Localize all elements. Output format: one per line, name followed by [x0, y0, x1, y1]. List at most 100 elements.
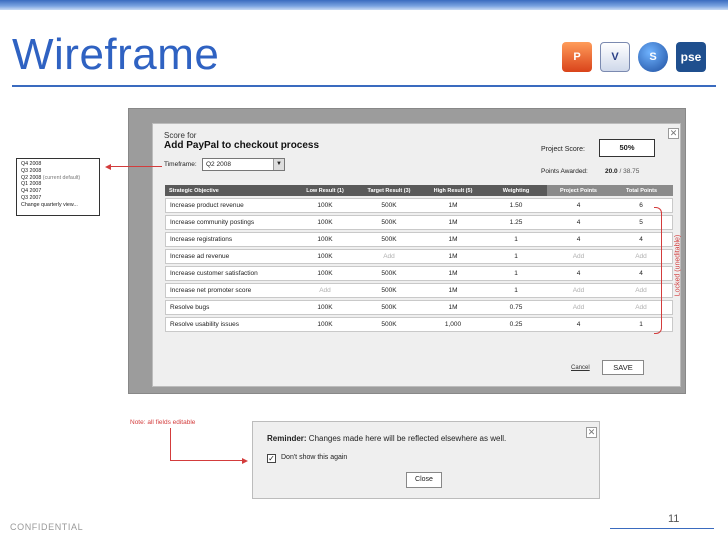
- value-cell[interactable]: 1: [485, 232, 547, 247]
- objective-cell: Increase customer satisfaction: [165, 266, 293, 281]
- column-header: Strategic Objective: [165, 185, 293, 196]
- value-cell[interactable]: 4: [610, 232, 673, 247]
- pse-icon: pse: [676, 42, 706, 72]
- points-awarded-value: 20.0 / 38.75: [605, 168, 639, 175]
- reminder-message: Reminder: Changes made here will be refl…: [267, 434, 506, 443]
- table-row: Increase registrations 100K 500K 1M 1 4 4: [165, 232, 673, 247]
- value-cell[interactable]: 1,000: [421, 317, 485, 332]
- score-for-label: Score for: [164, 131, 197, 140]
- quarter-option[interactable]: Q1 2008: [21, 181, 95, 188]
- value-cell[interactable]: 100K: [293, 266, 357, 281]
- objective-cell: Increase registrations: [165, 232, 293, 247]
- dont-show-checkbox[interactable]: ✓: [267, 454, 276, 463]
- value-cell[interactable]: Add: [547, 249, 610, 264]
- value-cell[interactable]: 500K: [357, 317, 421, 332]
- timeframe-select[interactable]: Q2 2008 ▼: [202, 158, 285, 171]
- value-cell[interactable]: Add: [357, 249, 421, 264]
- footer-divider: [610, 528, 714, 529]
- value-cell[interactable]: 4: [547, 198, 610, 213]
- quarter-option[interactable]: Q3 2008: [21, 168, 95, 175]
- value-cell[interactable]: 6: [610, 198, 673, 213]
- title-divider: [12, 85, 716, 87]
- sharepoint-icon: S: [638, 42, 668, 72]
- pointer-line: [110, 166, 162, 167]
- quarter-option[interactable]: Q2 2008 (current default): [21, 175, 95, 182]
- value-cell[interactable]: 100K: [293, 232, 357, 247]
- objective-cell: Resolve usability issues: [165, 317, 293, 332]
- table-row: Increase net promoter score Add 500K 1M 1 Add…: [165, 283, 673, 298]
- value-cell[interactable]: Add: [547, 300, 610, 315]
- quarter-option[interactable]: Q4 2008: [21, 161, 95, 168]
- cancel-link[interactable]: Cancel: [571, 365, 590, 371]
- project-score-value: 50%: [599, 139, 655, 157]
- value-cell[interactable]: 1: [485, 283, 547, 298]
- value-cell[interactable]: Add: [293, 283, 357, 298]
- value-cell[interactable]: 1: [485, 266, 547, 281]
- value-cell[interactable]: 0.75: [485, 300, 547, 315]
- value-cell[interactable]: 0.25: [485, 317, 547, 332]
- value-cell[interactable]: 100K: [293, 300, 357, 315]
- value-cell[interactable]: 500K: [357, 300, 421, 315]
- value-cell[interactable]: 4: [547, 215, 610, 230]
- current-default-tag: (current default): [41, 174, 81, 181]
- objective-cell: Increase ad revenue: [165, 249, 293, 264]
- column-header: Project Points: [547, 185, 610, 196]
- value-cell[interactable]: 1.50: [485, 198, 547, 213]
- table-row: Increase customer satisfaction 100K 500K 1M…: [165, 266, 673, 281]
- objective-cell: Increase net promoter score: [165, 283, 293, 298]
- value-cell[interactable]: 1: [485, 249, 547, 264]
- value-cell[interactable]: 1M: [421, 232, 485, 247]
- note-line-horizontal: [170, 460, 242, 461]
- objective-cell: Increase product revenue: [165, 198, 293, 213]
- close-icon[interactable]: ✕: [668, 128, 679, 139]
- column-header: High Result (5): [421, 185, 485, 196]
- value-cell[interactable]: 100K: [293, 198, 357, 213]
- quarter-option[interactable]: Q4 2007: [21, 188, 95, 195]
- value-cell[interactable]: 1.25: [485, 215, 547, 230]
- value-cell[interactable]: 1M: [421, 283, 485, 298]
- value-cell[interactable]: Add: [610, 283, 673, 298]
- value-cell[interactable]: 1: [610, 317, 673, 332]
- value-cell[interactable]: 4: [547, 317, 610, 332]
- column-header: Total Points: [610, 185, 673, 196]
- value-cell[interactable]: Add: [610, 249, 673, 264]
- quarter-option[interactable]: Change quarterly view...: [21, 202, 95, 209]
- value-cell[interactable]: 4: [610, 266, 673, 281]
- value-cell[interactable]: Add: [547, 283, 610, 298]
- quarter-option[interactable]: Q3 2007: [21, 195, 95, 202]
- value-cell[interactable]: 5: [610, 215, 673, 230]
- value-cell[interactable]: 500K: [357, 232, 421, 247]
- close-icon[interactable]: ✕: [586, 427, 597, 438]
- powerpoint-icon: P: [562, 42, 592, 72]
- locked-label: Locked (uneditable): [674, 234, 682, 297]
- chevron-down-icon[interactable]: ▼: [273, 159, 284, 170]
- value-cell[interactable]: 4: [547, 232, 610, 247]
- value-cell[interactable]: 1M: [421, 266, 485, 281]
- arrow-right-icon: [242, 457, 248, 464]
- value-cell[interactable]: 100K: [293, 317, 357, 332]
- value-cell[interactable]: 500K: [357, 266, 421, 281]
- table-row: Increase community postings 100K 500K 1M 1.2…: [165, 215, 673, 230]
- value-cell[interactable]: 4: [547, 266, 610, 281]
- column-header: Weighting: [485, 185, 547, 196]
- value-cell[interactable]: 1M: [421, 198, 485, 213]
- value-cell[interactable]: 500K: [357, 198, 421, 213]
- value-cell[interactable]: 500K: [357, 283, 421, 298]
- value-cell[interactable]: 100K: [293, 215, 357, 230]
- objective-cell: Increase community postings: [165, 215, 293, 230]
- value-cell[interactable]: 100K: [293, 249, 357, 264]
- value-cell[interactable]: 1M: [421, 249, 485, 264]
- value-cell[interactable]: Add: [610, 300, 673, 315]
- confidential-footer: CONFIDENTIAL: [10, 522, 84, 532]
- save-button[interactable]: SAVE: [602, 360, 644, 375]
- column-header: Low Result (1): [293, 185, 357, 196]
- value-cell[interactable]: 1M: [421, 215, 485, 230]
- close-button[interactable]: Close: [406, 472, 442, 488]
- project-score-label: Project Score:: [541, 146, 585, 153]
- value-cell[interactable]: 500K: [357, 215, 421, 230]
- points-awarded-score: 20.0: [605, 168, 618, 175]
- value-cell[interactable]: 1M: [421, 300, 485, 315]
- note-line-vertical: [170, 428, 171, 460]
- table-row: Increase ad revenue 100K Add 1M 1 Add Add: [165, 249, 673, 264]
- objectives-table: Strategic Objective Low Result (1) Targe…: [165, 183, 673, 334]
